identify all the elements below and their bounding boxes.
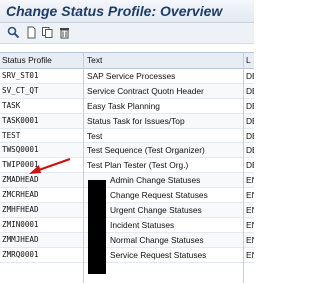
delete-icon[interactable] [58,26,71,39]
table-row[interactable]: ZMHFHEADUrgent Change StatusesEN [0,203,254,218]
language-cell[interactable]: DE [246,131,254,141]
table-row[interactable]: SV_CT_QT Service Contract Quotn Header DE [0,83,254,99]
column-header-text[interactable]: Text [87,55,102,65]
language-cell[interactable]: EN [246,205,254,215]
table-row[interactable]: SRV_ST01 SAP Service Processes DE [0,69,254,84]
profile-cell[interactable]: TWSQ0001 [2,145,80,154]
text-cell[interactable]: Test Plan Tester (Test Org.) [87,160,242,170]
profile-cell[interactable]: SRV_ST01 [2,71,80,80]
language-cell[interactable]: EN [246,250,254,260]
language-cell[interactable]: DE [246,71,254,81]
change-display-icon[interactable] [7,26,20,39]
page-title: Change Status Profile: Overview [6,3,223,19]
language-cell[interactable]: DE [246,101,254,111]
new-entries-icon[interactable] [25,26,38,39]
toolbar [0,23,254,44]
table-row[interactable]: ZMMJHEADNormal Change StatusesEN [0,232,254,248]
profile-cell[interactable]: ZMCRHEAD [2,190,80,199]
copy-icon[interactable] [41,26,54,39]
text-cell[interactable]: Service Contract Quotn Header [87,86,242,96]
language-cell[interactable]: DE [246,116,254,126]
red-arrow-annotation [29,157,71,174]
text-cell[interactable]: Change Request Statuses [110,190,265,200]
column-divider [83,52,84,283]
column-header-status-profile[interactable]: Status Profile [2,55,52,65]
text-cell[interactable]: SAP Service Processes [87,71,242,81]
language-cell[interactable]: DE [246,145,254,155]
text-cell[interactable]: Test [87,131,242,141]
table-row[interactable]: ZMIN0001Incident StatusesEN [0,218,254,233]
profile-cell[interactable]: ZMHFHEAD [2,205,80,214]
text-cell[interactable]: Service Request Statuses [110,250,265,260]
table-row[interactable]: TASK Easy Task Planning DE [0,99,254,114]
text-cell[interactable]: Test Sequence (Test Organizer) [87,145,242,155]
redaction-block [88,180,106,274]
language-cell[interactable]: EN [246,220,254,230]
column-divider [243,52,244,283]
profile-cell[interactable]: ZMRQ0001 [2,250,80,259]
text-cell[interactable]: Urgent Change Statuses [110,205,265,215]
table-row[interactable]: TEST Test DE [0,129,254,144]
column-header-language[interactable]: L [246,55,251,65]
text-cell[interactable]: Normal Change Statuses [110,235,265,245]
profile-cell[interactable]: SV_CT_QT [2,86,80,95]
language-cell[interactable]: DE [246,86,254,96]
profile-cell[interactable]: TEST [2,131,80,140]
profile-cell[interactable]: ZMIN0001 [2,220,80,229]
profile-cell[interactable]: ZMMJHEAD [2,235,80,244]
text-cell[interactable]: Easy Task Planning [87,101,242,111]
profile-cell[interactable]: TASK0001 [2,116,80,125]
language-cell[interactable]: EN [246,175,254,185]
profile-cell[interactable]: TASK [2,101,80,110]
table-row[interactable]: TASK0001 Status Task for Issues/Top DE [0,113,254,129]
table-row[interactable]: ZMCRHEADChange Request StatusesEN [0,188,254,204]
table-row[interactable]: ZMRQ0001Service Request StatusesEN [0,248,254,263]
title-bar: Change Status Profile: Overview [0,0,254,23]
table-header: Status Profile Text L [0,52,254,69]
language-cell[interactable]: EN [246,235,254,245]
text-cell[interactable]: Admin Change Statuses [110,175,265,185]
text-cell[interactable]: Status Task for Issues/Top [87,116,242,126]
language-cell[interactable]: EN [246,190,254,200]
language-cell[interactable]: DE [246,160,254,170]
text-cell[interactable]: Incident Statuses [110,220,265,230]
